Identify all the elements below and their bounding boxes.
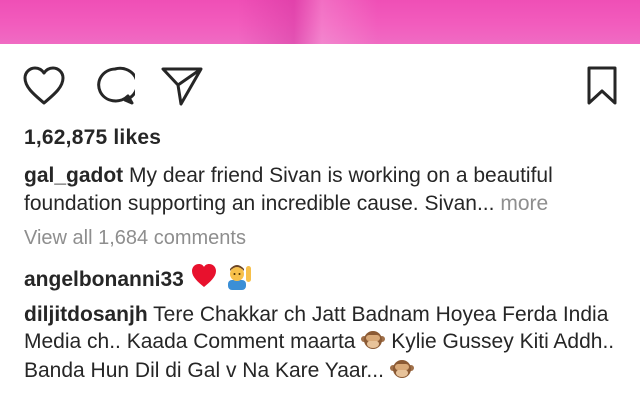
comment-item: diljitdosanjh Tere Chakkar ch Jatt Badna… [24, 302, 624, 388]
red-heart-emoji-icon [190, 263, 218, 297]
comment-username[interactable]: angelbonanni33 [24, 266, 184, 294]
comment-item: angelbonanni33 [24, 262, 254, 298]
likes-count[interactable]: 1,62,875 likes [24, 126, 161, 150]
caption-username[interactable]: gal_gadot [24, 164, 123, 187]
photo-fabric-fold [238, 0, 378, 44]
heart-outline-icon[interactable] [22, 66, 66, 106]
post-action-bar [0, 62, 640, 112]
more-link[interactable]: more [500, 192, 548, 215]
comment-username[interactable]: diljitdosanjh [24, 303, 148, 326]
paper-plane-icon[interactable] [160, 65, 204, 107]
see-no-evil-monkey-emoji-icon [389, 358, 414, 388]
view-all-comments-link[interactable]: View all 1,684 comments [24, 227, 246, 250]
post-photo[interactable] [0, 0, 640, 44]
bookmark-icon[interactable] [586, 66, 618, 106]
see-no-evil-monkey-emoji-icon [361, 329, 386, 359]
speech-bubble-icon[interactable] [95, 66, 135, 106]
post-caption: gal_gadot My dear friend Sivan is workin… [24, 162, 624, 218]
man-raising-hand-emoji-icon [224, 262, 254, 298]
